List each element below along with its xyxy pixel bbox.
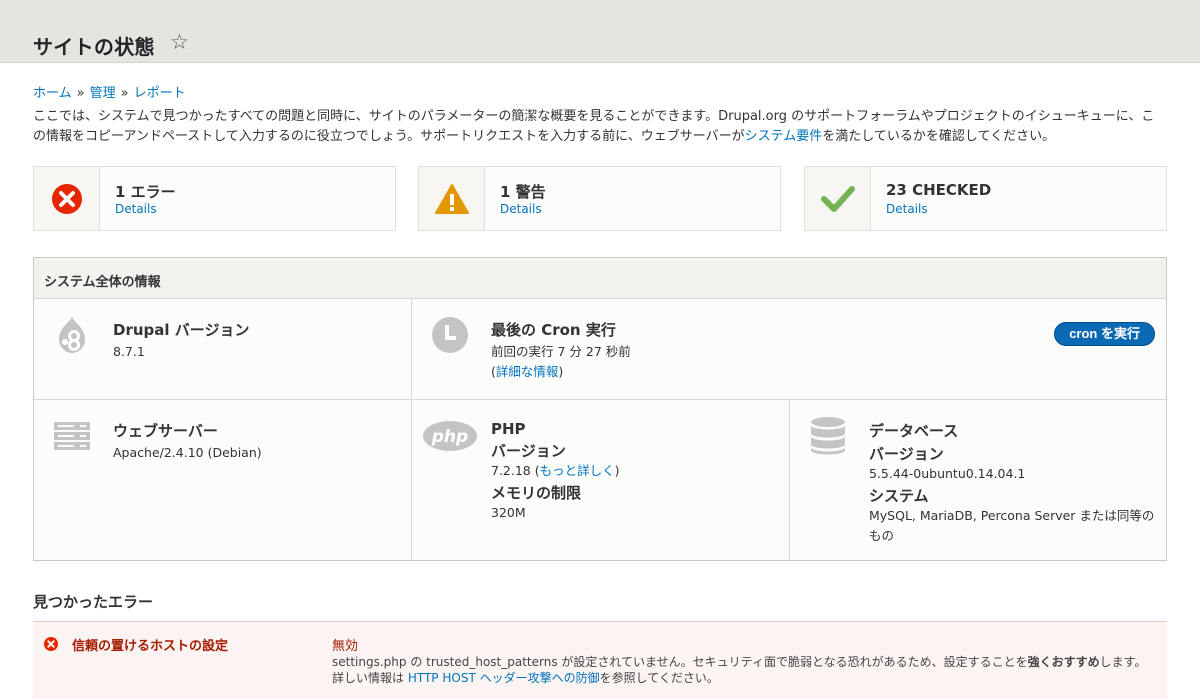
php-icon: php [422,416,478,456]
drupal-version-value: 8.7.1 [113,344,145,359]
cron-more-info-link[interactable]: 詳細な情報 [496,364,559,379]
error-description-part: を参照してください。 [599,671,719,685]
drupal-version-title: Drupal バージョン [113,321,250,339]
checkmark-icon [805,167,871,230]
svg-text:php: php [431,427,468,447]
php-memory-value: 320M [491,505,526,520]
breadcrumb-admin[interactable]: 管理 [90,86,116,101]
error-icon [44,637,58,655]
intro-text-part: を満たしているかを確認してください。 [822,129,1056,144]
php-more-info-link[interactable]: もっと詳しく [540,463,615,478]
intro-text: ここでは、システムで見つかったすべての問題と同時に、サイトのパラメーターの簡潔な… [33,107,1167,147]
paren: ( [530,463,540,478]
error-description: settings.php の trusted_host_patterns が設定… [332,654,1157,686]
database-content: データベース バージョン 5.5.44-0ubuntu0.14.04.1 システ… [869,420,1159,546]
drupal-icon [52,315,92,355]
error-description-part: settings.php の trusted_host_patterns が設定… [332,655,1028,669]
cron-cell: 最後の Cron 実行 前回の実行 7 分 27 秒前 (詳細な情報) cron… [412,299,1166,400]
database-icon [808,416,848,456]
paren: ) [614,463,620,478]
page-header: サイトの状態 ☆ [0,0,1200,63]
php-version-value: 7.2.18 [491,463,531,478]
database-system-value: MySQL, MariaDB, Percona Server または同等のもの [869,508,1155,543]
cron-content: 最後の Cron 実行 前回の実行 7 分 27 秒前 (詳細な情報) [491,319,631,382]
warning-icon [419,167,485,230]
paren: ) [558,364,564,379]
error-counter: 1 エラー Details [33,166,396,231]
warning-counter: 1 警告 Details [418,166,781,231]
php-version-label: バージョン [491,442,566,460]
error-counter-title: 1 エラー [115,183,176,201]
star-icon[interactable]: ☆ [170,30,189,54]
breadcrumb-reports[interactable]: レポート [134,86,186,101]
database-system-label: システム [869,487,929,505]
webserver-value: Apache/2.4.10 (Debian) [113,445,262,460]
php-title: PHP [491,420,526,438]
error-title: 信頼の置けるホストの設定 [72,639,229,654]
webserver-content: ウェブサーバー Apache/2.4.10 (Debian) [113,420,262,463]
php-version: 7.2.18 (もっと詳しく) [491,461,620,481]
warning-details-link[interactable]: Details [500,202,542,216]
php-content: PHP バージョン 7.2.18 (もっと詳しく) メモリの制限 320M [491,420,620,523]
breadcrumb-separator: » [120,86,129,101]
checked-counter: 23 CHECKED Details [804,166,1167,231]
database-title: データベース [869,422,959,440]
error-details-link[interactable]: Details [115,202,157,216]
cron-title: 最後の Cron 実行 [491,321,616,339]
cron-last-run: 前回の実行 7 分 27 秒前 [491,344,631,359]
database-version-label: バージョン [869,445,944,463]
breadcrumb-separator: » [76,86,85,101]
breadcrumb-home[interactable]: ホーム [33,86,72,101]
checked-counter-title: 23 CHECKED [886,181,992,199]
breadcrumb: ホーム » 管理 » レポート [33,82,186,101]
page-title: サイトの状態 [33,35,155,59]
run-cron-button[interactable]: cron を実行 [1054,322,1155,346]
errors-heading: 見つかったエラー [33,593,154,611]
error-item: 信頼の置けるホストの設定 無効 settings.php の trusted_h… [33,621,1167,699]
webserver-cell: ウェブサーバー Apache/2.4.10 (Debian) [34,400,412,560]
database-cell: データベース バージョン 5.5.44-0ubuntu0.14.04.1 システ… [790,400,1166,560]
error-icon [34,167,100,230]
drupal-version-content: Drupal バージョン 8.7.1 [113,319,249,362]
checked-details-link[interactable]: Details [886,202,928,216]
error-status: 無効 [332,639,359,654]
webserver-title: ウェブサーバー [113,422,218,440]
error-description-emphasis: 強くおすすめ [1027,655,1100,669]
clock-icon [430,315,470,355]
php-cell: php PHP バージョン 7.2.18 (もっと詳しく) メモリの制限 320… [412,400,790,560]
system-info-heading: システム全体の情報 [34,258,1166,299]
php-memory-label: メモリの制限 [491,484,582,502]
system-requirements-link[interactable]: システム要件 [745,129,823,144]
server-icon [52,416,92,456]
database-version-value: 5.5.44-0ubuntu0.14.04.1 [869,466,1026,481]
drupal-version-cell: Drupal バージョン 8.7.1 [34,299,412,400]
http-host-defense-link[interactable]: HTTP HOST ヘッダー攻撃への防御 [408,671,600,685]
system-info-panel: システム全体の情報 Drupal バージョン 8.7.1 最後の Cron 実行… [33,257,1167,561]
warning-counter-title: 1 警告 [500,183,546,201]
cron-details: (詳細な情報) [491,362,631,382]
